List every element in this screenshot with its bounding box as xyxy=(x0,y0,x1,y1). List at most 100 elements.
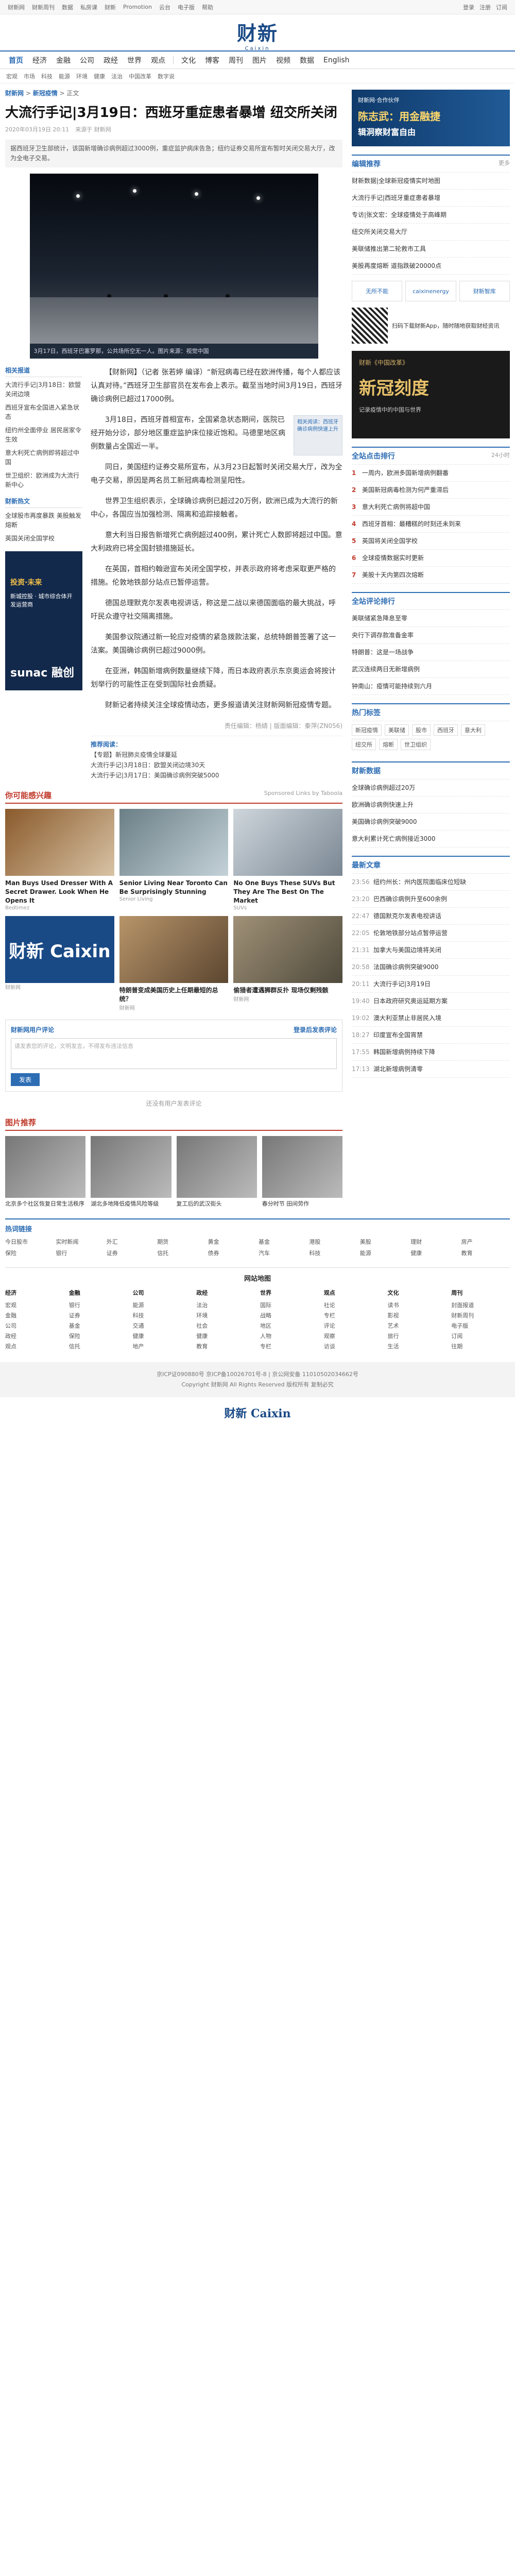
list-item[interactable]: 钟南山：疫情可能持续到六月 xyxy=(352,678,510,695)
nav-world[interactable]: 世界 xyxy=(123,55,146,65)
comment-submit-button[interactable]: 发表 xyxy=(11,1073,40,1086)
sitemap-link[interactable]: 法治 xyxy=(196,1300,255,1311)
sitemap-link[interactable]: 社论 xyxy=(324,1300,383,1311)
list-item[interactable]: 纽交所关闭交易大厅 xyxy=(352,224,510,241)
list-item[interactable]: 全球确诊病例超过20万 xyxy=(352,779,510,796)
keyword-link[interactable]: 美股 xyxy=(360,1238,408,1246)
nav-companies[interactable]: 公司 xyxy=(75,55,99,65)
related-item[interactable]: 大流行手记|3月18日：欧盟关闭边境 xyxy=(5,380,82,399)
sponsored-card[interactable]: No One Buys These SUVs But They Are The … xyxy=(233,809,342,911)
subnav-item[interactable]: 宏观 xyxy=(6,72,18,80)
comment-login-link[interactable]: 登录后发表评论 xyxy=(294,1025,337,1034)
sitemap-link[interactable]: 评论 xyxy=(324,1321,383,1331)
sitemap-link[interactable]: 教育 xyxy=(196,1342,255,1352)
tag[interactable]: 新冠疫情 xyxy=(352,724,382,736)
topbar-link[interactable]: 财新网 xyxy=(8,3,25,11)
keyword-link[interactable]: 外汇 xyxy=(107,1238,155,1246)
nav-english[interactable]: English xyxy=(319,56,354,64)
keyword-link[interactable]: 基金 xyxy=(259,1238,307,1246)
latest-item[interactable]: 19:40 日本政府研究奥运延期方案 xyxy=(352,993,510,1010)
list-item[interactable]: 大流行手记|西班牙重症患者暴增 xyxy=(352,190,510,207)
breadcrumb-section[interactable]: 新冠疫情 xyxy=(33,90,58,97)
sidebar-advertisement[interactable]: 投资·未来 新城控股 · 城市综合体开发运营商 sunac 融创 xyxy=(5,551,82,690)
sitemap-link[interactable]: 读书 xyxy=(388,1300,447,1311)
keyword-link[interactable]: 今日股市 xyxy=(5,1238,54,1246)
subnav-item[interactable]: 能源 xyxy=(59,72,70,80)
brand-tile[interactable]: 财新智库 xyxy=(459,281,510,301)
latest-item[interactable]: 19:02 澳大利亚禁止非居民入境 xyxy=(352,1010,510,1027)
sitemap-link[interactable]: 健康 xyxy=(133,1331,192,1342)
list-item[interactable]: 美股再度熔断 道指跌破20000点 xyxy=(352,258,510,275)
brand-tile[interactable]: caixinenergy xyxy=(405,281,456,301)
list-item[interactable]: 美国确诊病例突破9000 xyxy=(352,814,510,831)
related-item[interactable]: 意大利死亡病例即将超过中国 xyxy=(5,448,82,467)
ranked-item[interactable]: 7 美股十天内第四次熔断 xyxy=(352,567,510,584)
subnav-item[interactable]: 数字说 xyxy=(158,72,175,80)
latest-item[interactable]: 18:27 印度宣布全国宵禁 xyxy=(352,1027,510,1044)
nav-opinion[interactable]: 观点 xyxy=(146,55,170,65)
keyword-link[interactable]: 汽车 xyxy=(259,1249,307,1257)
recommend-link[interactable]: 【专题】新冠肺炎疫情全球蔓延 xyxy=(91,750,342,760)
sitemap-link[interactable]: 旅行 xyxy=(388,1331,447,1342)
keyword-link[interactable]: 信托 xyxy=(157,1249,205,1257)
sitemap-link[interactable]: 观点 xyxy=(5,1342,64,1352)
nav-weekly[interactable]: 周刊 xyxy=(224,55,248,65)
sitemap-column-heading[interactable]: 金融 xyxy=(69,1288,128,1298)
latest-item[interactable]: 17:55 韩国新增病例持续下降 xyxy=(352,1044,510,1061)
sitemap-column-heading[interactable]: 文化 xyxy=(388,1288,447,1298)
subnav-item[interactable]: 环境 xyxy=(76,72,88,80)
sitemap-column-heading[interactable]: 周刊 xyxy=(451,1288,510,1298)
sitemap-link[interactable]: 健康 xyxy=(196,1331,255,1342)
subscribe-link[interactable]: 订阅 xyxy=(496,3,507,11)
nav-culture[interactable]: 文化 xyxy=(177,55,200,65)
nav-video[interactable]: 视频 xyxy=(271,55,295,65)
sponsored-card[interactable]: Senior Living Near Toronto Can Be Surpri… xyxy=(119,809,229,911)
latest-item[interactable]: 23:56 纽约州长：州内医院面临床位短缺 xyxy=(352,874,510,891)
sitemap-link[interactable]: 社会 xyxy=(196,1321,255,1331)
keyword-link[interactable]: 教育 xyxy=(461,1249,510,1257)
sitemap-link[interactable]: 政经 xyxy=(5,1331,64,1342)
keyword-link[interactable]: 理财 xyxy=(410,1238,459,1246)
list-item[interactable]: 欧洲确诊病例快速上升 xyxy=(352,796,510,814)
keyword-link[interactable]: 能源 xyxy=(360,1249,408,1257)
sitemap-column-heading[interactable]: 公司 xyxy=(133,1288,192,1298)
sponsored-card[interactable]: Man Buys Used Dresser With A Secret Draw… xyxy=(5,809,114,911)
list-item[interactable]: 美联储推出第二轮救市工具 xyxy=(352,241,510,258)
latest-item[interactable]: 22:05 伦敦地铁部分站点暂停运营 xyxy=(352,925,510,942)
sitemap-link[interactable]: 生活 xyxy=(388,1342,447,1352)
nav-home[interactable]: 首页 xyxy=(4,55,28,65)
subnav-item[interactable]: 中国改革 xyxy=(129,72,151,80)
list-item[interactable]: 央行下调存款准备金率 xyxy=(352,627,510,644)
latest-item[interactable]: 20:58 法国确诊病例突破9000 xyxy=(352,959,510,976)
sitemap-link[interactable]: 地区 xyxy=(260,1321,319,1331)
tag[interactable]: 熔断 xyxy=(379,739,398,750)
sitemap-link[interactable]: 科技 xyxy=(133,1311,192,1321)
sponsored-label[interactable]: Sponsored Links by Taboola xyxy=(264,790,342,801)
nav-blog[interactable]: 博客 xyxy=(200,55,224,65)
gallery-item[interactable]: 春分时节 田间劳作 xyxy=(262,1136,342,1208)
nav-photos[interactable]: 图片 xyxy=(248,55,271,65)
keyword-link[interactable]: 黄金 xyxy=(208,1238,256,1246)
sitemap-link[interactable]: 专栏 xyxy=(260,1342,319,1352)
sitemap-link[interactable]: 能源 xyxy=(133,1300,192,1311)
gallery-item[interactable]: 复工后的武汉街头 xyxy=(176,1136,257,1208)
sitemap-link[interactable]: 访谈 xyxy=(324,1342,383,1352)
sitemap-link[interactable]: 电子版 xyxy=(451,1321,510,1331)
tag[interactable]: 纽交所 xyxy=(352,739,376,750)
ranked-item[interactable]: 3 意大利死亡病例将超中国 xyxy=(352,499,510,516)
subnav-item[interactable]: 科技 xyxy=(41,72,53,80)
topbar-link[interactable]: 数据 xyxy=(62,3,73,11)
topbar-link[interactable]: 电子版 xyxy=(178,3,195,11)
keyword-link[interactable]: 期货 xyxy=(157,1238,205,1246)
sitemap-column-heading[interactable]: 经济 xyxy=(5,1288,64,1298)
related-item[interactable]: 纽约州全面停业 居民居家令生效 xyxy=(5,426,82,444)
list-item[interactable]: 财新数据|全球新冠疫情实时地图 xyxy=(352,173,510,190)
sitemap-link[interactable]: 人物 xyxy=(260,1331,319,1342)
keyword-link[interactable]: 银行 xyxy=(56,1249,104,1257)
nav-data[interactable]: 数据 xyxy=(295,55,319,65)
sitemap-column-heading[interactable]: 观点 xyxy=(324,1288,383,1298)
tag[interactable]: 意大利 xyxy=(461,724,485,736)
latest-item[interactable]: 21:31 加拿大与美国边境将关闭 xyxy=(352,942,510,959)
ranked-item[interactable]: 1 一周内，欧洲多国新增病例翻番 xyxy=(352,465,510,482)
gallery-item[interactable]: 湖北多地降低疫情风险等级 xyxy=(91,1136,171,1208)
